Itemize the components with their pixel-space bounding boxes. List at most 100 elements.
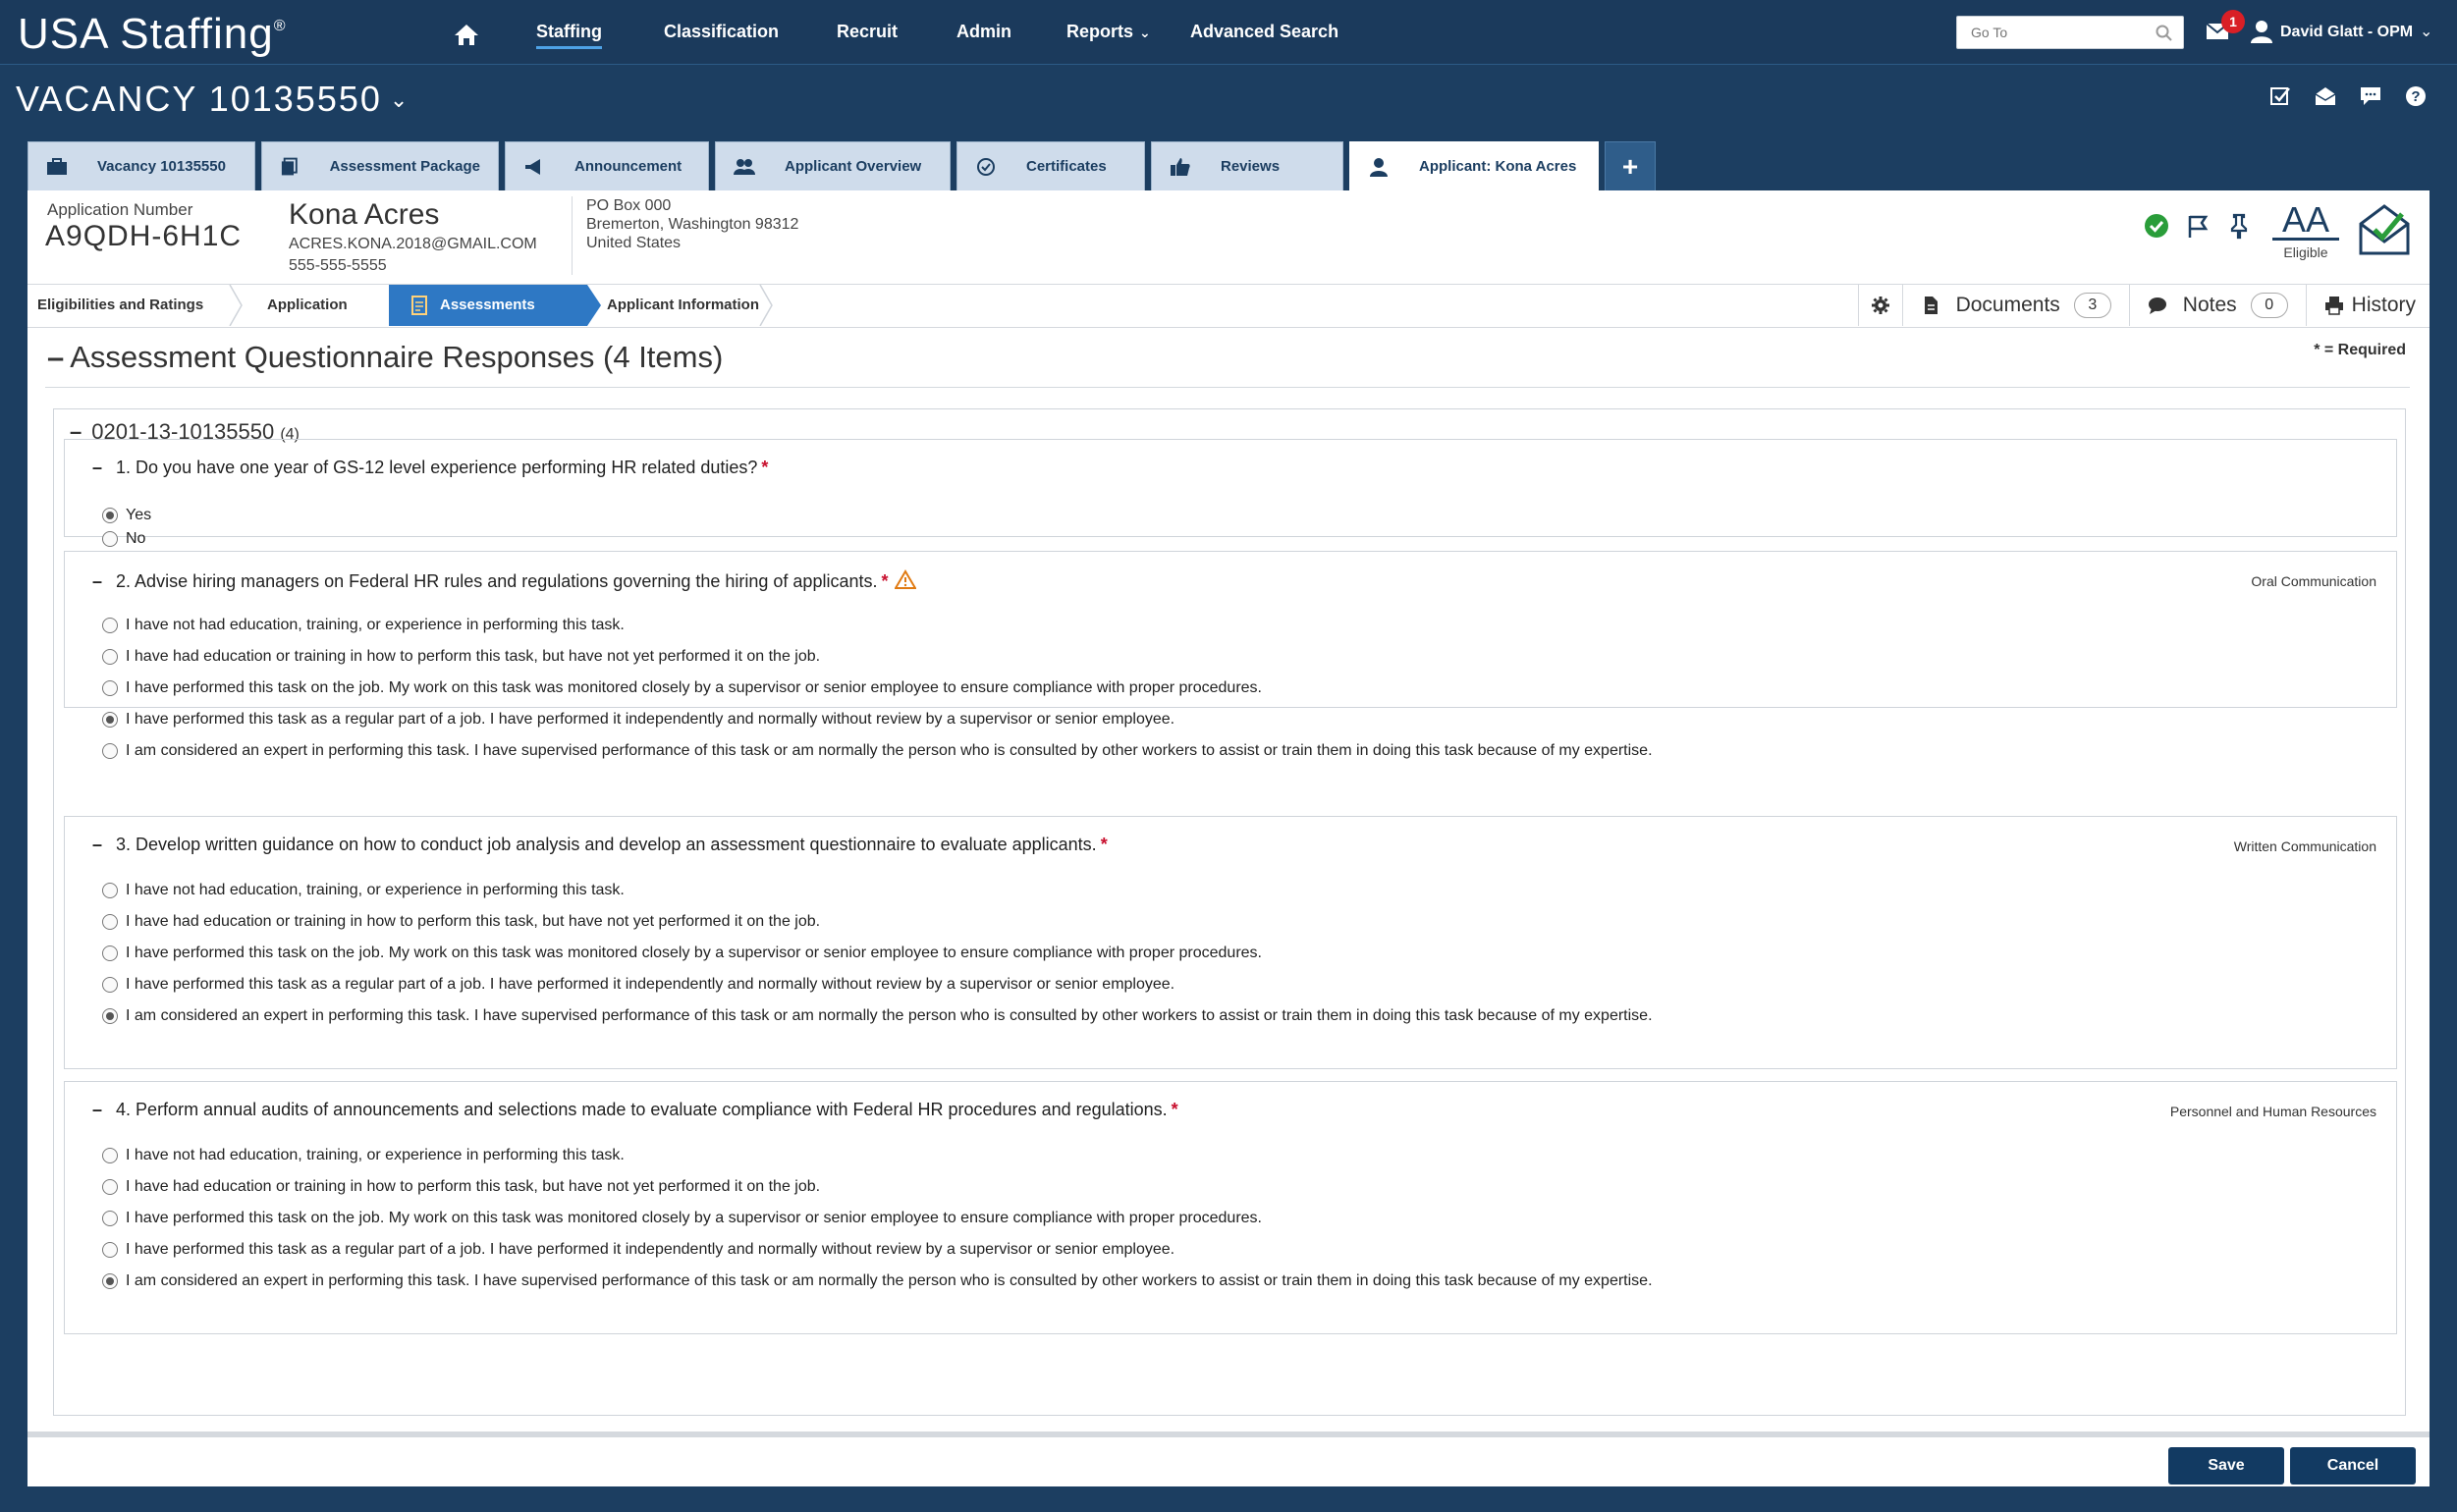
question-title[interactable]: –4. Perform annual audits of announcemen… (92, 1100, 1178, 1120)
crumb-assessments[interactable]: Assessments (389, 285, 587, 326)
question-title[interactable]: –1. Do you have one year of GS-12 level … (92, 458, 768, 478)
thumbs-up-icon (1171, 157, 1190, 176)
radio-button[interactable] (102, 1211, 118, 1226)
address-line: Bremerton, Washington 98312 (586, 216, 799, 233)
form-footer: Save Cancel (27, 1431, 2430, 1486)
radio-button[interactable] (102, 977, 118, 993)
answer-option[interactable]: I have not had education, training, or e… (102, 882, 625, 899)
answer-option[interactable]: I have performed this task as a regular … (102, 1241, 1174, 1259)
option-label: I am considered an expert in performing … (126, 742, 1653, 759)
answer-option[interactable]: I am considered an expert in performing … (102, 742, 1653, 760)
collapse-icon: – (92, 458, 103, 477)
option-label: I am considered an expert in performing … (126, 1272, 1653, 1289)
user-name[interactable]: David Glatt - OPM (2280, 24, 2413, 41)
cancel-button[interactable]: Cancel (2290, 1447, 2416, 1485)
open-mail-icon[interactable] (2314, 84, 2337, 108)
questionnaire-header[interactable]: – Assessment Questionnaire Responses (4 I… (47, 340, 723, 375)
nav-advanced-search[interactable]: Advanced Search (1190, 22, 1338, 42)
chat-bubble-icon[interactable] (2359, 84, 2382, 108)
tab-reviews[interactable]: Reviews (1151, 141, 1343, 190)
answer-option[interactable]: I have not had education, training, or e… (102, 617, 625, 634)
answer-option[interactable]: I have performed this task on the job. M… (102, 679, 1262, 697)
radio-button[interactable] (102, 1179, 118, 1195)
crumb-label: Assessments (440, 297, 535, 313)
answer-option[interactable]: I have not had education, training, or e… (102, 1147, 625, 1164)
nav-admin[interactable]: Admin (956, 22, 1011, 42)
history-button[interactable]: History (2305, 285, 2430, 326)
radio-button[interactable] (102, 1242, 118, 1258)
pin-icon[interactable] (2225, 212, 2253, 240)
answer-option[interactable]: I have performed this task on the job. M… (102, 1210, 1262, 1227)
tab-label: Vacancy 10135550 (97, 158, 226, 175)
answer-option[interactable]: I have performed this task as a regular … (102, 711, 1174, 729)
required-star: * (1100, 835, 1108, 854)
tab-certificates[interactable]: Certificates (956, 141, 1145, 190)
option-label: I have performed this task as a regular … (126, 1241, 1175, 1258)
tab-announcement[interactable]: Announcement (505, 141, 709, 190)
goto-input[interactable] (1957, 17, 2144, 48)
tab-applicant-kona-acres[interactable]: Applicant: Kona Acres (1349, 141, 1599, 190)
radio-button[interactable] (102, 743, 118, 759)
vacancy-title[interactable]: VACANCY 10135550 ⌄ (16, 79, 410, 120)
answer-option[interactable]: I have performed this task on the job. M… (102, 945, 1262, 962)
chevron-down-icon[interactable]: ⌄ (2420, 22, 2432, 41)
save-button[interactable]: Save (2168, 1447, 2284, 1485)
radio-button[interactable] (102, 1148, 118, 1163)
question-title[interactable]: –3. Develop written guidance on how to c… (92, 835, 1108, 855)
radio-button[interactable] (102, 680, 118, 696)
user-icon[interactable] (2251, 20, 2272, 43)
question-category: Written Communication (2233, 838, 2376, 854)
question-group: –0201-13-10135550 (4) –1. Do you have on… (53, 408, 2406, 1416)
documents-button[interactable]: Documents 3 (1901, 285, 2129, 326)
notes-button[interactable]: Notes 0 (2128, 285, 2306, 326)
plus-icon: + (1621, 150, 1639, 182)
flag-icon[interactable] (2184, 212, 2211, 240)
briefcase-icon (47, 157, 67, 175)
answer-option[interactable]: Yes (102, 507, 151, 524)
radio-button[interactable] (102, 712, 118, 728)
nav-classification[interactable]: Classification (664, 22, 779, 42)
answer-option[interactable]: I have had education or training in how … (102, 1178, 820, 1196)
home-icon[interactable] (452, 22, 481, 47)
answer-option[interactable]: I have had education or training in how … (102, 913, 820, 931)
answer-option[interactable]: I have performed this task as a regular … (102, 976, 1174, 994)
check-circle-icon (977, 157, 995, 176)
nav-reports[interactable]: Reports ⌄ (1066, 22, 1151, 42)
radio-button[interactable] (102, 508, 118, 523)
logo-registered-mark: ® (273, 18, 287, 34)
answer-option[interactable]: I am considered an expert in performing … (102, 1272, 1653, 1290)
answer-option[interactable]: I am considered an expert in performing … (102, 1007, 1653, 1025)
crumb-applicant-information[interactable]: Applicant Information (583, 285, 759, 326)
answer-option[interactable]: I have had education or training in how … (102, 648, 820, 666)
tab-applicant-overview[interactable]: Applicant Overview (715, 141, 951, 190)
question-title[interactable]: –2. Advise hiring managers on Federal HR… (92, 569, 916, 592)
radio-button[interactable] (102, 945, 118, 961)
radio-button[interactable] (102, 1273, 118, 1289)
tab-vacancy[interactable]: Vacancy 10135550 (27, 141, 255, 190)
radio-button[interactable] (102, 883, 118, 898)
usa-staffing-logo[interactable]: USA Staffing® (18, 10, 286, 59)
option-label: I have not had education, training, or e… (126, 617, 625, 633)
question-2: –2. Advise hiring managers on Federal HR… (64, 551, 2397, 759)
nav-recruit[interactable]: Recruit (837, 22, 898, 42)
envelope-check-icon[interactable] (2355, 200, 2414, 259)
tab-assessment-package[interactable]: Assessment Package (261, 141, 499, 190)
crumb-eligibilities-ratings[interactable]: Eligibilities and Ratings (37, 285, 203, 326)
nav-staffing[interactable]: Staffing (536, 22, 602, 49)
svg-text:?: ? (2411, 88, 2420, 105)
answer-option[interactable]: No (102, 530, 145, 548)
applicant-email[interactable]: ACRES.KONA.2018@GMAIL.COM (289, 236, 537, 253)
option-label: I have performed this task on the job. M… (126, 1210, 1262, 1226)
crumb-application[interactable]: Application (267, 285, 348, 326)
breadcrumb: Eligibilities and Ratings Application As… (27, 285, 2430, 328)
add-tab-button[interactable]: + (1605, 141, 1656, 190)
radio-button[interactable] (102, 1008, 118, 1024)
radio-button[interactable] (102, 914, 118, 930)
search-icon[interactable] (2156, 25, 2173, 42)
checkbox-task-icon[interactable] (2268, 84, 2292, 108)
radio-button[interactable] (102, 618, 118, 633)
help-icon[interactable]: ? (2404, 84, 2428, 108)
settings-button[interactable] (1857, 285, 1902, 326)
radio-button[interactable] (102, 649, 118, 665)
radio-button[interactable] (102, 531, 118, 547)
